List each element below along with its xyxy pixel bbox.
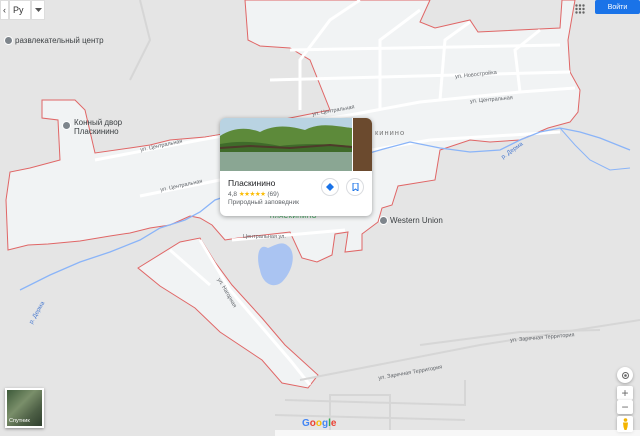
- poi-horse-yard-label-1[interactable]: Конный двор: [74, 118, 122, 127]
- satellite-toggle[interactable]: Спутник: [5, 388, 44, 428]
- poi-pin-icon[interactable]: [4, 36, 13, 45]
- language-select[interactable]: Ру: [9, 0, 31, 20]
- chevron-down-icon[interactable]: [31, 0, 45, 20]
- map-canvas[interactable]: [0, 0, 640, 436]
- footer-bar: [275, 430, 640, 436]
- zoom-out-button[interactable]: −: [617, 400, 633, 414]
- rating-value: 4,8: [228, 191, 238, 198]
- place-photo[interactable]: [220, 118, 352, 171]
- my-location-icon: [621, 371, 629, 379]
- poi-entertainment-label[interactable]: развлекательный центр: [15, 36, 104, 45]
- review-count[interactable]: (69): [267, 191, 279, 198]
- poi-pin-icon[interactable]: [379, 216, 388, 225]
- login-button[interactable]: Войти: [595, 0, 640, 14]
- bookmark-icon: [352, 183, 358, 191]
- place-photo-secondary[interactable]: [353, 118, 372, 171]
- rating-stars: ★★★★★: [238, 191, 266, 198]
- google-logo-letter: e: [330, 418, 337, 429]
- village-name-label: кинино: [375, 128, 406, 137]
- top-toolbar: ‹ Ру: [0, 0, 45, 20]
- zoom-in-button[interactable]: +: [617, 386, 633, 400]
- my-location-button[interactable]: [617, 367, 633, 383]
- directions-button[interactable]: [321, 178, 339, 196]
- google-logo: Google: [302, 418, 336, 429]
- poi-pin-icon[interactable]: [62, 121, 71, 130]
- directions-icon: [326, 183, 334, 191]
- place-type: Природный заповедник: [228, 199, 299, 206]
- google-logo-letter: G: [302, 418, 310, 429]
- save-button[interactable]: [346, 178, 364, 196]
- place-title[interactable]: Пласкинино: [228, 178, 275, 188]
- satellite-label: Спутник: [9, 418, 30, 424]
- collapse-button[interactable]: ‹: [0, 0, 9, 20]
- place-card[interactable]: Пласкинино 4,8 ★★★★★ (69) Природный запо…: [220, 118, 372, 216]
- apps-grid-icon[interactable]: [575, 1, 585, 14]
- poi-western-union-label[interactable]: Western Union: [390, 216, 443, 225]
- street-label: Центральная ул.: [243, 234, 286, 240]
- poi-horse-yard-label-2[interactable]: Пласкинино: [74, 127, 119, 136]
- place-rating: 4,8 ★★★★★ (69): [228, 190, 279, 198]
